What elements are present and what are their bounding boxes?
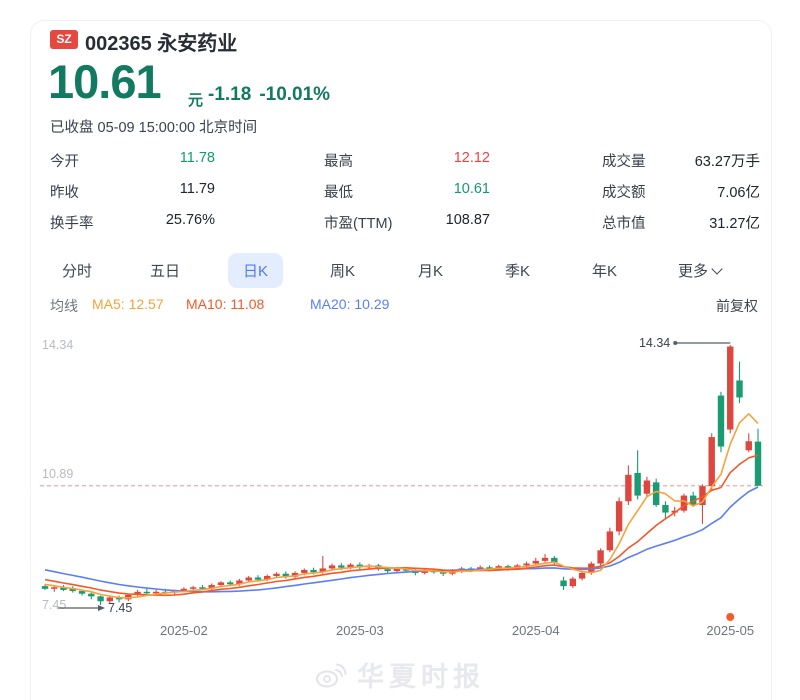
stat-value: 11.79 bbox=[180, 181, 215, 197]
stat-value: 10.61 bbox=[454, 181, 490, 197]
tab-周K[interactable]: 周K bbox=[330, 260, 355, 281]
price-unit: 元 bbox=[188, 89, 203, 110]
candles bbox=[42, 345, 761, 605]
tab-年K[interactable]: 年K bbox=[592, 260, 617, 281]
tab-更多[interactable]: 更多 bbox=[678, 260, 721, 281]
y-axis-label: 7.45 bbox=[42, 598, 66, 612]
current-price: 10.61 bbox=[48, 54, 161, 109]
stat-label: 成交量 bbox=[602, 150, 646, 171]
stat-label: 成交额 bbox=[602, 181, 646, 202]
y-axis-label: 14.34 bbox=[42, 338, 73, 352]
kline-chart[interactable]: 14.34 10.89 7.45 14.34 7.45 2025-02 2025-03 202… bbox=[0, 328, 800, 643]
tab-五日[interactable]: 五日 bbox=[150, 260, 180, 281]
ma5-line bbox=[45, 414, 758, 598]
stat-value: 11.78 bbox=[180, 150, 215, 166]
watermark-text: 华夏时报 bbox=[357, 655, 485, 694]
stats-row: 换手率 25.76% 市盈(TTM) 108.87 总市值 31.27亿 bbox=[0, 212, 800, 232]
stat-label: 今开 bbox=[50, 150, 79, 171]
event-marker-dot[interactable] bbox=[726, 613, 734, 621]
ma20-value: MA20: 10.29 bbox=[310, 296, 389, 312]
peak-annotation-label: 14.34 bbox=[639, 336, 670, 350]
ma-legend-prefix: 均线 bbox=[50, 296, 78, 316]
change-percent: -10.01% bbox=[259, 84, 330, 105]
stat-value: 7.06亿 bbox=[717, 181, 760, 202]
stat-label: 总市值 bbox=[602, 212, 646, 233]
stats-row: 今开 11.78 最高 12.12 成交量 63.27万手 bbox=[0, 150, 800, 170]
watermark: 华夏时报 bbox=[0, 655, 800, 694]
x-axis-label: 2025-04 bbox=[512, 623, 560, 638]
ma20-line bbox=[45, 487, 758, 592]
tab-季K[interactable]: 季K bbox=[505, 260, 530, 281]
low-annotation-arrow bbox=[98, 605, 105, 611]
x-axis-label: 2025-02 bbox=[160, 623, 208, 638]
stat-label: 昨收 bbox=[50, 181, 79, 202]
stat-value: 25.76% bbox=[166, 212, 215, 228]
tab-分时[interactable]: 分时 bbox=[62, 260, 92, 281]
peak-annotation-dot bbox=[673, 341, 677, 345]
stat-label: 换手率 bbox=[50, 212, 94, 233]
exchange-badge: SZ bbox=[50, 30, 78, 49]
stat-label: 最低 bbox=[324, 181, 353, 202]
stat-label: 市盈(TTM) bbox=[324, 212, 392, 233]
stat-value: 12.12 bbox=[454, 150, 490, 166]
stat-label: 最高 bbox=[324, 150, 353, 171]
stat-value: 63.27万手 bbox=[695, 150, 760, 171]
tab-月K[interactable]: 月K bbox=[418, 260, 443, 281]
adjust-mode-button[interactable]: 前复权 bbox=[716, 296, 758, 316]
market-status: 已收盘 05-09 15:00:00 北京时间 bbox=[50, 116, 257, 137]
ma10-line bbox=[45, 455, 758, 595]
stock-code-name: 002365 永安药业 bbox=[85, 27, 237, 56]
x-axis-label: 2025-05 bbox=[706, 623, 754, 638]
tab-日K[interactable]: 日K bbox=[228, 253, 283, 288]
stats-row: 昨收 11.79 最低 10.61 成交额 7.06亿 bbox=[0, 181, 800, 201]
x-axis-label: 2025-03 bbox=[336, 623, 384, 638]
ma10-value: MA10: 11.08 bbox=[186, 296, 264, 312]
stat-value: 31.27亿 bbox=[709, 212, 760, 233]
change-amount: -1.18 bbox=[208, 84, 251, 105]
low-annotation-label: 7.45 bbox=[108, 601, 132, 615]
price-change: -1.18 -10.01% bbox=[208, 84, 338, 106]
ma5-value: MA5: 12.57 bbox=[92, 296, 164, 312]
weibo-icon bbox=[315, 661, 347, 689]
chevron-down-icon bbox=[711, 263, 722, 274]
y-axis-label: 10.89 bbox=[42, 467, 73, 481]
stat-value: 108.87 bbox=[446, 212, 490, 228]
